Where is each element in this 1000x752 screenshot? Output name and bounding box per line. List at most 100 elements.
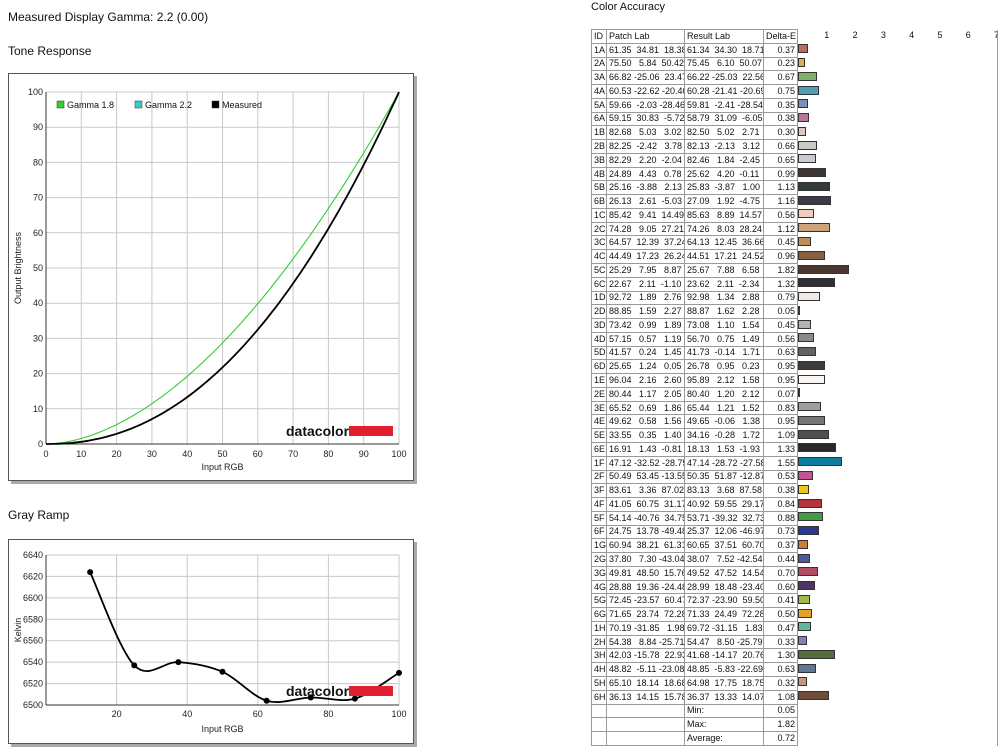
patch-id: 1E xyxy=(591,373,607,388)
delta-e-bar xyxy=(798,223,830,233)
patch-lab: 72.45 -23.57 60.47 xyxy=(606,593,685,609)
patch-id: 2E xyxy=(591,386,607,402)
summary-blank xyxy=(606,731,685,746)
column-header: Delta-E xyxy=(763,29,798,44)
table-row: 4E 49.62 0.58 1.56 49.65 -0.06 1.38 0.95 xyxy=(591,414,998,430)
patch-id: 5D xyxy=(591,345,607,361)
gray-ramp-chart: 20 40 60 80 100 6500 6520 6540 6560 6580 6600 6620 6… xyxy=(13,550,407,734)
patch-lab: 96.04 2.16 2.60 xyxy=(606,373,685,388)
delta-e-value: 1.12 xyxy=(763,221,798,237)
legend-label: Gamma 1.8 xyxy=(67,100,114,110)
delta-e-value: 0.37 xyxy=(763,538,798,554)
patch-id: 3B xyxy=(591,152,607,168)
table-row: 1D 92.72 1.89 2.76 92.98 1.34 2.88 0.79 xyxy=(591,290,998,306)
patch-lab: 24.75 13.78 -49.48 xyxy=(606,524,685,540)
delta-e-bar-cell xyxy=(797,84,998,99)
column-header: ID xyxy=(591,29,607,44)
table-row: 4H 48.82 -5.11 -23.08 48.85 -5.83 -22.69 0.… xyxy=(591,662,998,677)
summary-blank xyxy=(606,703,685,719)
patch-lab: 75.50 5.84 50.42 xyxy=(606,56,685,72)
delta-e-value: 0.33 xyxy=(763,634,798,650)
summary-value: 0.72 xyxy=(763,731,798,746)
patch-id: 3D xyxy=(591,318,607,333)
delta-e-value: 0.83 xyxy=(763,400,798,416)
patch-lab: 41.05 60.75 31.17 xyxy=(606,497,685,512)
table-row: 3E 65.52 0.69 1.86 65.44 1.21 1.52 0.83 xyxy=(591,400,998,416)
patch-id: 1H xyxy=(591,620,607,636)
delta-e-bar-cell xyxy=(797,690,998,705)
table-row: 5H 65.10 18.14 18.68 64.98 17.75 18.75 0.32 xyxy=(591,675,998,691)
delta-e-bar xyxy=(798,347,816,357)
patch-lab: 49.81 48.50 15.76 xyxy=(606,565,685,581)
result-lab: 41.68 -14.17 20.76 xyxy=(684,648,764,664)
delta-e-value: 1.55 xyxy=(763,455,798,471)
table-row: 1E 96.04 2.16 2.60 95.89 2.12 1.58 0.95 xyxy=(591,373,998,388)
patch-lab: 82.25 -2.42 3.78 xyxy=(606,139,685,154)
summary-value: 0.05 xyxy=(763,703,798,719)
delta-e-value: 1.32 xyxy=(763,276,798,292)
patch-lab: 33.55 0.35 1.40 xyxy=(606,428,685,443)
delta-e-bar-cell xyxy=(797,57,998,71)
kelvin-point xyxy=(263,697,270,704)
delta-e-bar xyxy=(798,581,815,591)
y-tick-label: 6520 xyxy=(23,679,43,689)
delta-e-value: 0.73 xyxy=(763,524,798,540)
delta-e-value: 1.82 xyxy=(763,263,798,278)
delta-e-value: 0.56 xyxy=(763,331,798,347)
patch-id: 5H xyxy=(591,675,607,691)
delta-e-bar-cell xyxy=(797,318,998,333)
tone-response-chart: 0 10 20 30 40 50 60 70 80 90 100 0 10 20 30 40 50 60 70 80 9… xyxy=(13,87,407,472)
delta-e-bar xyxy=(798,99,808,109)
delta-e-bar-cell xyxy=(797,346,998,360)
delta-e-bar-cell xyxy=(797,456,998,470)
table-row: 6G 71.65 23.74 72.28 71.33 24.49 72.28 0.50 xyxy=(591,607,998,622)
patch-lab: 49.62 0.58 1.56 xyxy=(606,414,685,430)
result-lab: 36.37 13.33 14.07 xyxy=(684,689,764,705)
delta-e-bar-cell xyxy=(797,428,998,443)
result-lab: 47.14 -28.72 -27.58 xyxy=(684,455,764,471)
delta-e-bar-cell xyxy=(797,98,998,113)
delta-e-bar xyxy=(798,126,807,136)
delta-e-value: 1.33 xyxy=(763,441,798,457)
table-row: 5D 41.57 0.24 1.45 41.73 -0.14 1.71 0.63 xyxy=(591,345,998,361)
delta-e-value: 0.47 xyxy=(763,620,798,636)
table-row: 3H 42.03 -15.78 22.93 41.68 -14.17 20.76 1.… xyxy=(591,648,998,664)
patch-lab: 83.61 3.36 87.02 xyxy=(606,483,685,499)
delta-e-bar xyxy=(798,44,809,54)
result-lab: 53.71 -39.32 32.73 xyxy=(684,510,764,526)
table-row: 2H 54.38 8.84 -25.71 54.47 8.50 -25.79 0.33 xyxy=(591,634,998,650)
table-row: 3A 66.82 -25.06 23.47 66.22 -25.03 22.56 0.… xyxy=(591,70,998,86)
legend-swatch xyxy=(134,100,143,109)
delta-e-bar-cell xyxy=(797,607,998,622)
delta-e-value: 0.05 xyxy=(763,304,798,320)
delta-e-bar-cell xyxy=(797,359,998,374)
patch-id: 4F xyxy=(591,497,607,512)
delta-e-value: 1.13 xyxy=(763,180,798,196)
scale-tick-label: 2 xyxy=(852,29,858,40)
y-tick-label: 50 xyxy=(33,263,43,273)
summary-blank xyxy=(591,717,607,733)
delta-e-value: 0.44 xyxy=(763,552,798,567)
scale-tick-label: 6 xyxy=(965,29,971,40)
delta-e-bar xyxy=(798,250,826,260)
delta-e-bar-cell xyxy=(797,332,998,347)
patch-lab: 88.85 1.59 2.27 xyxy=(606,304,685,320)
delta-e-value: 0.63 xyxy=(763,662,798,677)
delta-e-value: 0.38 xyxy=(763,483,798,499)
patch-lab: 54.38 8.84 -25.71 xyxy=(606,634,685,650)
patch-id: 1C xyxy=(591,207,607,223)
delta-e-bar-cell xyxy=(797,511,998,526)
datacolor-logo-bar xyxy=(349,686,393,696)
kelvin-point xyxy=(131,662,138,669)
delta-e-value: 0.79 xyxy=(763,290,798,306)
y-tick-label: 100 xyxy=(28,87,43,97)
delta-e-value: 0.32 xyxy=(763,675,798,691)
table-row: 4D 57.15 0.57 1.19 56.70 0.75 1.49 0.56 xyxy=(591,331,998,347)
delta-e-bar-cell xyxy=(797,291,998,305)
patch-id: 6C xyxy=(591,276,607,292)
delta-e-value: 0.41 xyxy=(763,593,798,609)
delta-e-bar xyxy=(798,292,821,302)
delta-e-bar xyxy=(798,360,825,370)
patch-id: 3G xyxy=(591,565,607,581)
result-lab: 85.63 8.89 14.57 xyxy=(684,207,764,223)
